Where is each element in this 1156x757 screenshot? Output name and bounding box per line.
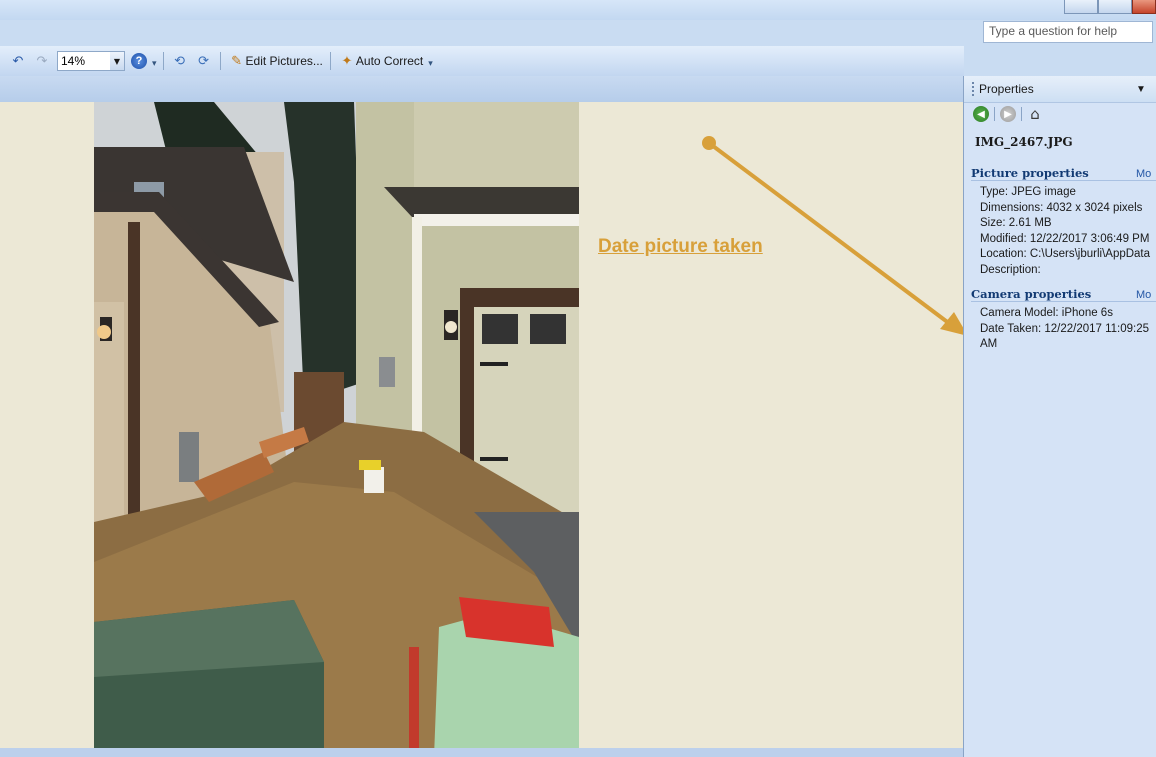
edit-pictures-label: Edit Pictures... [245,54,323,68]
house-photo-image [94,102,579,757]
undo-button[interactable]: ↶ [6,50,30,72]
close-button[interactable] [1132,0,1156,14]
auto-correct-button[interactable]: ✦ Auto Correct [335,50,426,72]
toolbar-separator [329,52,331,70]
toolbar-separator [162,52,164,70]
task-pane-header: Properties ▼ [964,76,1156,103]
camera-properties-section: Camera properties Mo [971,284,1156,302]
chevron-down-icon[interactable]: ▼ [110,52,124,70]
back-icon[interactable]: ◀ [973,106,989,122]
camera-properties-list: Camera Model: iPhone 6s Date Taken: 12/2… [964,302,1156,353]
help-search-input[interactable]: Type a question for help [983,21,1153,43]
toolbar: ↶ ↷ ▼ ? ▾ ⟲ ⟳ ✎ Edit Pictures... ✦ Auto … [0,46,964,76]
help-button[interactable]: ? [128,50,150,72]
zoom-select[interactable]: ▼ [57,51,125,71]
maximize-button[interactable] [1098,0,1132,14]
rotate-right-button[interactable]: ⟳ [192,50,216,72]
zoom-input[interactable] [58,52,110,70]
picture-properties-more-link[interactable]: Mo [1136,168,1156,180]
edit-pictures-button[interactable]: ✎ Edit Pictures... [225,50,326,72]
redo-button[interactable]: ↷ [30,50,54,72]
title-bar [0,0,1156,20]
minimize-button[interactable] [1064,0,1098,14]
file-name: IMG_2467.JPG [975,135,1073,149]
picture-properties-section: Picture properties Mo [971,163,1156,181]
picture-preview[interactable] [94,102,579,757]
window-controls [1064,0,1156,14]
camera-properties-title: Camera properties [971,287,1092,301]
property-description: Description: [980,263,1041,276]
auto-correct-label: Auto Correct [355,54,424,68]
task-pane-title: Properties [979,82,1034,96]
chevron-down-icon[interactable]: ▼ [1136,84,1156,95]
properties-task-pane: Properties ▼ ◀ ▶ ⌂ IMG_2467.JPG Picture … [963,76,1156,757]
property-type: Type: JPEG image [980,186,1076,198]
undo-icon: ↶ [12,53,24,68]
task-pane-nav: ◀ ▶ ⌂ [964,103,1156,125]
edit-pictures-icon: ✎ [231,53,242,68]
help-icon: ? [131,53,147,69]
property-modified: Modified: 12/22/2017 3:06:49 PM [980,232,1150,245]
rotate-left-button[interactable]: ⟲ [168,50,192,72]
status-bar [0,748,963,757]
nav-separator [1021,107,1022,121]
camera-properties-more-link[interactable]: Mo [1136,289,1156,301]
toolbar-overflow-icon[interactable]: ▾ [152,59,157,69]
rotate-left-icon: ⟲ [174,53,185,68]
drag-handle-icon[interactable] [972,82,975,96]
workspace-header [0,76,963,102]
toolbar-separator [219,52,221,70]
picture-properties-title: Picture properties [971,166,1089,180]
toolbar-overflow-icon[interactable]: ▾ [428,59,433,69]
rotate-right-icon: ⟳ [198,53,209,68]
annotation-label: Date picture taken [598,236,763,257]
picture-workspace: Date picture taken [0,76,963,757]
property-size: Size: 2.61 MB [980,217,1052,229]
picture-properties-list: Type: JPEG image Dimensions: 4032 x 3024… [964,181,1156,278]
nav-separator [994,107,995,121]
property-camera-model: Camera Model: iPhone 6s [980,307,1113,319]
forward-icon[interactable]: ▶ [1000,106,1016,122]
home-icon[interactable]: ⌂ [1027,105,1043,123]
property-location: Location: C:\Users\jburli\AppData [980,248,1151,260]
redo-icon: ↷ [36,53,48,68]
property-dimensions: Dimensions: 4032 x 3024 pixels [980,201,1143,214]
property-date-taken: Date Taken: 12/22/2017 11:09:25 AM [980,322,1150,351]
auto-correct-icon: ✦ [341,53,353,68]
